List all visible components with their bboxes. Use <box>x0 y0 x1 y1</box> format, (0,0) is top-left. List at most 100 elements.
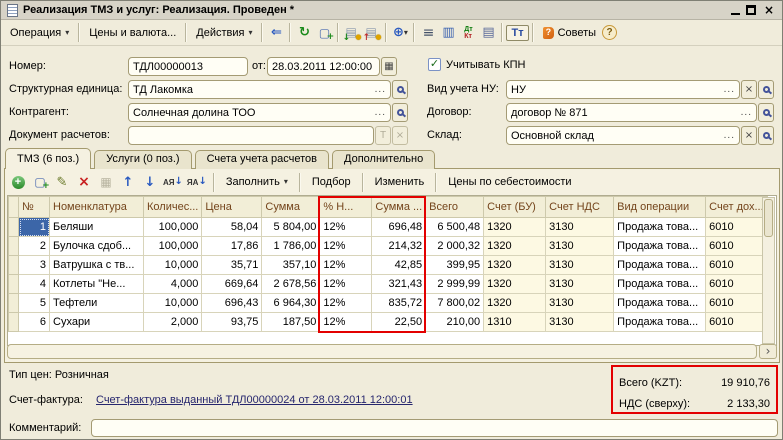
table-cell[interactable]: Продажа това... <box>614 256 706 275</box>
table-cell[interactable]: 6010 <box>706 237 767 256</box>
table-cell[interactable]: 58,04 <box>202 218 262 237</box>
nu-kind-field[interactable]: НУ ... × <box>506 80 774 99</box>
sort-asc-button[interactable]: АЯ↓ <box>162 172 184 192</box>
close-button[interactable]: × <box>762 3 776 17</box>
column-header[interactable]: Счет (БУ) <box>484 197 546 218</box>
table-cell[interactable]: Продажа това... <box>614 294 706 313</box>
cost-prices-button[interactable]: Цены по себестоимости <box>442 174 577 190</box>
sort-desc-button[interactable]: ЯА↓ <box>186 172 208 192</box>
ellipsis-button[interactable]: ... <box>738 107 752 118</box>
table-cell[interactable]: 3130 <box>546 218 614 237</box>
table-cell[interactable]: 6 <box>19 313 50 332</box>
table-cell[interactable]: 3130 <box>546 313 614 332</box>
table-cell[interactable]: 1 786,00 <box>262 237 320 256</box>
table-cell[interactable]: 42,85 <box>372 256 426 275</box>
calendar-icon[interactable]: ▦ <box>381 57 397 76</box>
tips-button[interactable]: Советы <box>537 25 602 41</box>
table-cell[interactable]: 1320 <box>484 218 546 237</box>
change-button[interactable]: Изменить <box>369 174 431 190</box>
tab-additional[interactable]: Дополнительно <box>332 150 435 169</box>
table-cell[interactable]: Продажа това... <box>614 275 706 294</box>
tab-settlement-accounts[interactable]: Счета учета расчетов <box>195 150 329 169</box>
table-cell[interactable]: 6010 <box>706 313 767 332</box>
column-header[interactable]: Всего <box>426 197 484 218</box>
table-cell[interactable]: Ватрушка с тв... <box>50 256 144 275</box>
go-to-button[interactable]: ⊕ ▾ <box>390 23 410 43</box>
refresh-button[interactable]: ↻ <box>294 23 314 43</box>
table-cell[interactable]: 1320 <box>484 275 546 294</box>
table-cell[interactable]: Беляши <box>50 218 144 237</box>
table-cell[interactable]: 1310 <box>484 313 546 332</box>
table-cell[interactable]: Продажа това... <box>614 218 706 237</box>
clear-button[interactable]: × <box>392 126 408 145</box>
table-cell[interactable]: 10,000 <box>144 294 202 313</box>
table-cell[interactable]: 4 <box>19 275 50 294</box>
table-cell[interactable]: 6010 <box>706 294 767 313</box>
text-edit-button[interactable]: T <box>375 126 391 145</box>
help-button[interactable]: ? <box>602 25 617 40</box>
checklist-button[interactable]: ▥ <box>438 23 458 43</box>
table-cell[interactable]: Булочка сдоб... <box>50 237 144 256</box>
related-documents-button[interactable]: ▤ ● ↑ <box>362 23 382 43</box>
column-header[interactable]: Счет НДС <box>546 197 614 218</box>
table-cell[interactable]: 3130 <box>546 275 614 294</box>
column-header[interactable]: Счет дох... <box>706 197 767 218</box>
search-button[interactable] <box>758 80 774 99</box>
row-selector[interactable] <box>9 313 19 332</box>
row-selector[interactable] <box>9 256 19 275</box>
table-cell[interactable]: 6 500,48 <box>426 218 484 237</box>
counterparty-field[interactable]: Солнечная долина ТОО ... <box>128 103 408 122</box>
move-down-button[interactable]: ↓ <box>140 172 160 192</box>
delete-row-button[interactable]: × <box>74 172 94 192</box>
table-cell[interactable]: 214,32 <box>372 237 426 256</box>
table-cell[interactable]: 3130 <box>546 256 614 275</box>
table-cell[interactable]: 357,10 <box>262 256 320 275</box>
table-cell[interactable]: 2 <box>19 237 50 256</box>
table-cell[interactable]: 12% <box>320 218 372 237</box>
column-header[interactable]: Цена <box>202 197 262 218</box>
table-cell[interactable]: Продажа това... <box>614 313 706 332</box>
warehouse-field[interactable]: Основной склад ... × <box>506 126 774 145</box>
fill-button[interactable]: Заполнить ▾ <box>220 174 294 190</box>
scroll-right-button[interactable]: › <box>759 344 777 359</box>
ellipsis-button[interactable]: ... <box>372 107 386 118</box>
table-cell[interactable]: 6010 <box>706 218 767 237</box>
dt-kt-button[interactable]: ДтКт <box>458 23 478 43</box>
table-cell[interactable]: 321,43 <box>372 275 426 294</box>
date-field[interactable]: 28.03.2011 12:00:00 ▦ <box>267 57 397 76</box>
table-cell[interactable]: 399,95 <box>426 256 484 275</box>
add-row-button[interactable]: + <box>8 172 28 192</box>
table-cell[interactable]: Котлеты "Не... <box>50 275 144 294</box>
row-selector[interactable] <box>9 237 19 256</box>
operation-menu-button[interactable]: Операция ▾ <box>4 25 75 41</box>
table-cell[interactable]: 4,000 <box>144 275 202 294</box>
minimize-button[interactable] <box>731 5 740 15</box>
column-header[interactable]: Сумма ... <box>372 197 426 218</box>
table-cell[interactable]: 35,71 <box>202 256 262 275</box>
table-cell[interactable]: 3130 <box>546 294 614 313</box>
table-cell[interactable]: Тефтели <box>50 294 144 313</box>
tab-services[interactable]: Услуги (0 поз.) <box>94 150 191 169</box>
table-cell[interactable]: 835,72 <box>372 294 426 313</box>
table-cell[interactable]: 696,43 <box>202 294 262 313</box>
table-cell[interactable]: 696,48 <box>372 218 426 237</box>
column-header[interactable]: Количес... <box>144 197 202 218</box>
table-cell[interactable]: 1320 <box>484 237 546 256</box>
table-cell[interactable]: Продажа това... <box>614 237 706 256</box>
table-cell[interactable]: 12% <box>320 237 372 256</box>
table-cell[interactable]: 6010 <box>706 275 767 294</box>
table-cell[interactable]: 2 999,99 <box>426 275 484 294</box>
row-selector[interactable] <box>9 275 19 294</box>
table-cell[interactable]: 2,000 <box>144 313 202 332</box>
table-cell[interactable]: 7 800,02 <box>426 294 484 313</box>
copy-create-button[interactable]: ▢+ <box>314 23 334 43</box>
table-cell[interactable]: 5 804,00 <box>262 218 320 237</box>
contract-field[interactable]: договор № 871 ... <box>506 103 774 122</box>
comment-input[interactable] <box>91 419 778 437</box>
search-button[interactable] <box>758 126 774 145</box>
clear-button[interactable]: × <box>741 80 757 99</box>
move-up-button[interactable]: ↑ <box>118 172 138 192</box>
search-button[interactable] <box>758 103 774 122</box>
table-cell[interactable]: 5 <box>19 294 50 313</box>
table-cell[interactable]: 22,50 <box>372 313 426 332</box>
